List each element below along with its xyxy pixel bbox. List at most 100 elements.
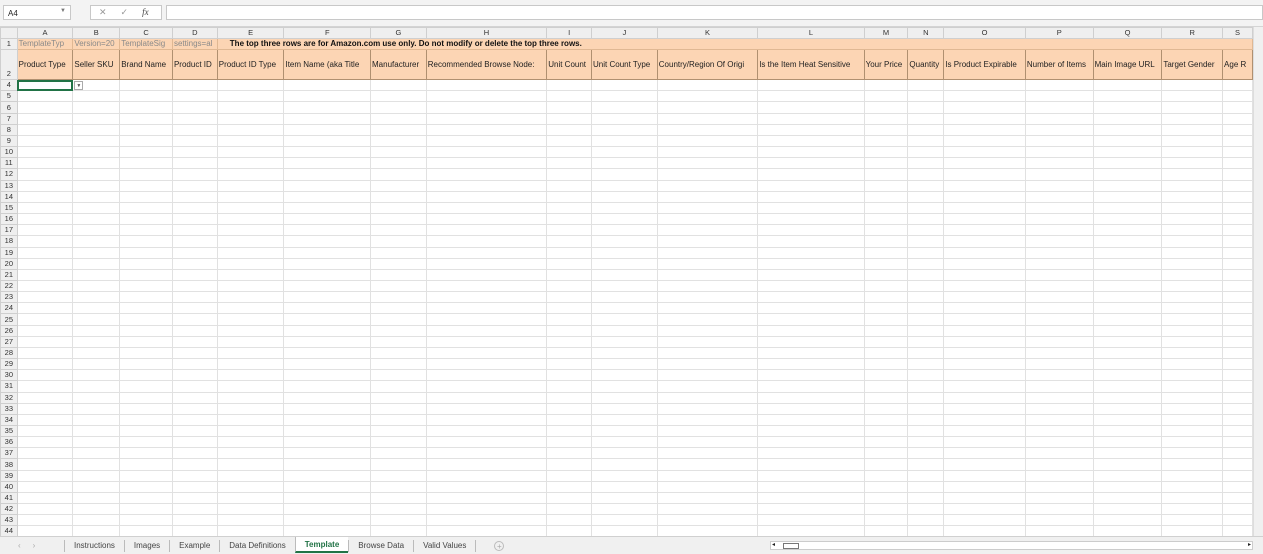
cell[interactable] bbox=[1024, 391, 1094, 404]
cell[interactable] bbox=[1024, 79, 1094, 92]
scroll-thumb[interactable] bbox=[783, 543, 799, 549]
cell[interactable] bbox=[425, 123, 548, 136]
cell[interactable] bbox=[1222, 402, 1253, 415]
cell[interactable] bbox=[1222, 90, 1253, 103]
cell[interactable] bbox=[943, 525, 1026, 536]
cell[interactable] bbox=[425, 224, 548, 237]
cell[interactable] bbox=[943, 90, 1026, 103]
cell[interactable] bbox=[171, 279, 218, 293]
cell[interactable] bbox=[907, 346, 945, 360]
cell[interactable] bbox=[591, 123, 658, 136]
cell[interactable] bbox=[171, 436, 218, 449]
cell[interactable] bbox=[370, 480, 427, 493]
cell[interactable] bbox=[72, 514, 121, 527]
cell[interactable] bbox=[1161, 201, 1224, 215]
cell[interactable] bbox=[863, 436, 909, 449]
cell[interactable] bbox=[216, 168, 285, 181]
cell[interactable] bbox=[283, 324, 372, 337]
cell[interactable] bbox=[1092, 224, 1163, 237]
cell[interactable] bbox=[425, 235, 548, 248]
cell[interactable] bbox=[72, 369, 121, 382]
cell[interactable] bbox=[283, 179, 372, 192]
cell[interactable] bbox=[1092, 146, 1163, 159]
cell[interactable] bbox=[863, 224, 909, 237]
cell[interactable] bbox=[16, 514, 74, 527]
cell[interactable] bbox=[1092, 346, 1163, 360]
cell[interactable] bbox=[216, 491, 285, 505]
cell[interactable] bbox=[119, 213, 173, 226]
cell[interactable] bbox=[943, 268, 1026, 281]
column-header-H[interactable]: H bbox=[425, 27, 548, 39]
cell[interactable] bbox=[72, 201, 121, 215]
column-header-A[interactable]: A bbox=[16, 27, 74, 39]
header-cell[interactable]: Product Type bbox=[16, 49, 74, 81]
cell[interactable] bbox=[1222, 413, 1253, 427]
cell[interactable] bbox=[1222, 257, 1253, 270]
cell[interactable] bbox=[546, 291, 593, 304]
cell[interactable] bbox=[863, 514, 909, 527]
cell[interactable] bbox=[283, 380, 372, 393]
cell[interactable] bbox=[283, 369, 372, 382]
cell[interactable] bbox=[283, 447, 372, 460]
cell[interactable] bbox=[656, 134, 759, 148]
cell[interactable] bbox=[1092, 525, 1163, 536]
cell[interactable] bbox=[283, 213, 372, 226]
cell[interactable] bbox=[171, 458, 218, 471]
cell[interactable] bbox=[591, 413, 658, 427]
cell[interactable] bbox=[907, 358, 945, 371]
cell[interactable] bbox=[591, 514, 658, 527]
cell[interactable] bbox=[119, 302, 173, 315]
cell[interactable] bbox=[119, 525, 173, 536]
cell[interactable] bbox=[72, 525, 121, 536]
cell[interactable] bbox=[16, 491, 74, 505]
cell[interactable] bbox=[171, 257, 218, 270]
cell[interactable] bbox=[1222, 246, 1253, 259]
cell[interactable] bbox=[216, 503, 285, 516]
cell[interactable] bbox=[283, 246, 372, 259]
cell[interactable] bbox=[370, 179, 427, 192]
cell[interactable] bbox=[72, 324, 121, 337]
cell[interactable] bbox=[1222, 302, 1253, 315]
cell[interactable] bbox=[171, 335, 218, 348]
cell[interactable] bbox=[656, 358, 759, 371]
cell[interactable] bbox=[546, 447, 593, 460]
cell[interactable] bbox=[1161, 447, 1224, 460]
cell[interactable] bbox=[370, 424, 427, 438]
cell[interactable] bbox=[16, 335, 74, 348]
cell[interactable] bbox=[119, 123, 173, 136]
cell[interactable] bbox=[370, 235, 427, 248]
cell[interactable] bbox=[863, 458, 909, 471]
cell[interactable] bbox=[656, 391, 759, 404]
cell[interactable] bbox=[757, 279, 865, 293]
row-header[interactable]: 31 bbox=[0, 380, 18, 393]
cell[interactable] bbox=[546, 112, 593, 125]
cell[interactable] bbox=[425, 369, 548, 382]
row-header[interactable]: 40 bbox=[0, 480, 18, 493]
cell[interactable] bbox=[1024, 190, 1094, 203]
cell[interactable] bbox=[907, 503, 945, 516]
cell[interactable] bbox=[425, 213, 548, 226]
cell[interactable] bbox=[283, 436, 372, 449]
cell[interactable] bbox=[171, 224, 218, 237]
row-header[interactable]: 34 bbox=[0, 413, 18, 427]
cell[interactable] bbox=[72, 235, 121, 248]
cell[interactable] bbox=[119, 503, 173, 516]
cell[interactable] bbox=[216, 291, 285, 304]
cell[interactable] bbox=[1024, 369, 1094, 382]
cell[interactable] bbox=[370, 469, 427, 482]
cell[interactable] bbox=[1024, 458, 1094, 471]
header-cell[interactable]: Quantity bbox=[907, 49, 945, 81]
cell[interactable] bbox=[72, 112, 121, 125]
cell[interactable] bbox=[1024, 168, 1094, 181]
cell[interactable] bbox=[370, 436, 427, 449]
cell[interactable] bbox=[1092, 168, 1163, 181]
cell[interactable] bbox=[943, 503, 1026, 516]
cell[interactable] bbox=[943, 469, 1026, 482]
cell[interactable] bbox=[171, 146, 218, 159]
cell[interactable] bbox=[546, 514, 593, 527]
chevron-down-icon[interactable]: ▼ bbox=[60, 8, 66, 14]
cell[interactable] bbox=[1024, 90, 1094, 103]
cell[interactable] bbox=[1092, 123, 1163, 136]
cell[interactable] bbox=[1024, 201, 1094, 215]
cell[interactable] bbox=[171, 369, 218, 382]
